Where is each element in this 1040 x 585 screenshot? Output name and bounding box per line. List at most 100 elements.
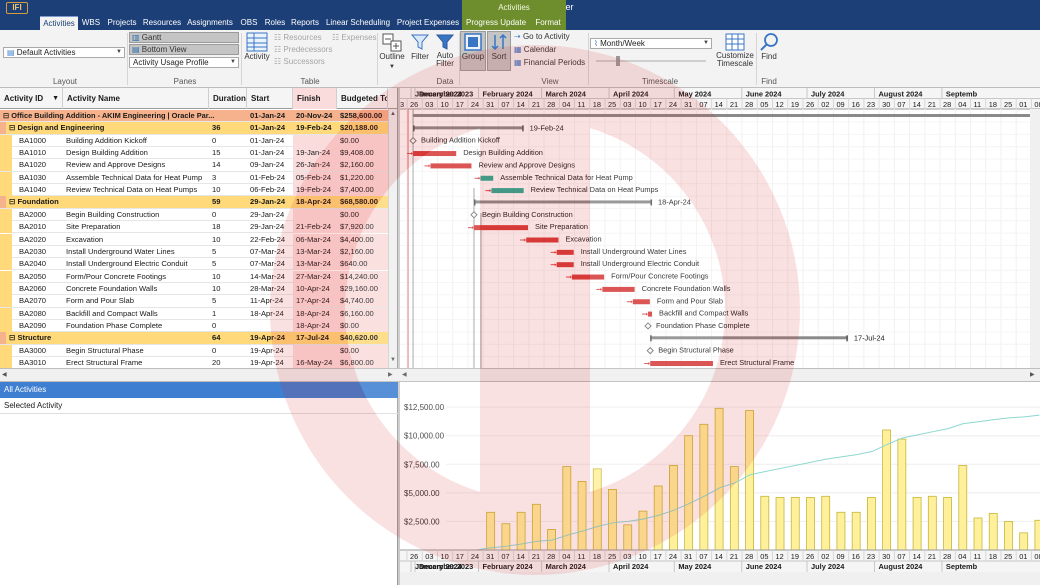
col-header-finish[interactable]: Finish	[293, 88, 337, 109]
table-row[interactable]: BA1010 Design Building Addition 15 01-Jan-2…	[0, 147, 397, 160]
gantt-canvas[interactable]: December 2023January 2024 February 2024 Ma…	[400, 88, 1040, 368]
table-row[interactable]: BA1020 Review and Approve Designs 14 09-Jan…	[0, 159, 397, 172]
all-activities-option[interactable]: All Activities	[0, 382, 398, 398]
duration-cell: 59	[212, 197, 221, 207]
finish-cell: 17-Apr-24	[293, 295, 337, 308]
tab-project-expenses[interactable]: Project Expenses	[396, 16, 460, 30]
outline-button[interactable]: Outline ▼	[378, 32, 406, 76]
start-cell: 01-Jan-24	[250, 148, 285, 158]
week-label: 21	[730, 100, 738, 109]
col-header-start[interactable]: Start	[247, 88, 293, 109]
customize-grid-icon	[725, 33, 745, 51]
finish-cell: 19-Feb-24	[296, 123, 332, 133]
selected-activity-option[interactable]: Selected Activity	[0, 398, 398, 414]
timescale-combo[interactable]: ⌇ Month/Week ▼	[590, 38, 712, 49]
scroll-right-icon[interactable]: ▶	[388, 371, 393, 378]
usage-chart-canvas: $2,500.00 $5,000.00 $7,500.00 $10,000.00 $12…	[400, 403, 1040, 585]
scroll-left-icon[interactable]: ◀	[2, 371, 7, 378]
sort-button[interactable]: Sort	[487, 31, 511, 71]
table-row[interactable]: BA2030 Install Underground Water Lines 5 07…	[0, 245, 397, 259]
group-button[interactable]: Group	[460, 31, 486, 71]
table-row[interactable]: BA2080 Backfill and Compact Walls 1 18-Apr-…	[0, 307, 397, 320]
tab-activities[interactable]: Activities	[40, 16, 78, 30]
tab-assignments[interactable]: Assignments	[186, 16, 234, 30]
customize-timescale-button[interactable]: Customize Timescale	[714, 32, 756, 76]
gantt-scroll-right-icon[interactable]: ▶	[1030, 371, 1035, 378]
successors-icon: ☷	[274, 57, 282, 66]
usage-week-label: 18	[989, 552, 997, 561]
tab-projects[interactable]: Projects	[105, 16, 139, 30]
scroll-down-icon[interactable]: ▼	[390, 357, 397, 365]
start-cell: 01-Jan-24	[250, 135, 285, 145]
resources-table-button[interactable]: ☷ Resources	[274, 33, 332, 42]
tab-roles[interactable]: Roles	[263, 16, 287, 30]
gantt-chart[interactable]: December 2023 January 2024 February 2024 Ma…	[400, 88, 1040, 368]
auto-filter-button[interactable]: Auto Filter	[433, 32, 457, 76]
usage-week-label: 04	[958, 552, 966, 561]
table-row[interactable]: BA3000 Begin Structural Phase 0 19-Apr-24 $0…	[0, 344, 397, 357]
table-row[interactable]: BA2070 Form and Pour Slab 5 11-Apr-24 17-Apr…	[0, 295, 397, 308]
table-row[interactable]: BA3010 Erect Structural Frame 20 19-Apr-24 1…	[0, 357, 397, 368]
week-label: 18	[593, 100, 601, 109]
table-row[interactable]: BA2090 Foundation Phase Complete 0 18-Apr-2…	[0, 319, 397, 333]
table-row[interactable]: BA1030 Assemble Technical Data for Heat P…	[0, 171, 397, 185]
zoom-slider-thumb[interactable]	[616, 56, 620, 66]
tab-linear-scheduling[interactable]: Linear Scheduling	[325, 16, 391, 30]
tab-reports[interactable]: Reports	[289, 16, 321, 30]
week-label: 01	[1019, 100, 1027, 109]
usage-bar	[806, 497, 815, 551]
go-to-activity-button[interactable]: ⇢ Go to Activity	[514, 32, 584, 41]
tab-wbs[interactable]: WBS	[79, 16, 103, 30]
table-vertical-scrollbar[interactable]: ▲ ▼	[388, 109, 397, 368]
bottom-profile-combo[interactable]: Activity Usage Profile ▼	[129, 57, 239, 68]
col-header-duration[interactable]: Duration	[209, 88, 247, 109]
pane-splitter[interactable]: ◀ ▶ ◀ ▶	[0, 368, 1040, 382]
gantt-pane-toggle[interactable]: ▥ Gantt	[129, 32, 239, 43]
filter-button[interactable]: Filter	[408, 32, 432, 72]
tab-format[interactable]: Format	[532, 16, 564, 30]
activity-bar	[650, 361, 713, 366]
scroll-up-icon[interactable]: ▲	[390, 111, 397, 119]
financial-periods-button[interactable]: ▦ Financial Periods	[514, 58, 588, 67]
tab-resources[interactable]: Resources	[142, 16, 182, 30]
month-label: May 2024	[678, 90, 712, 99]
col-header-budgeted-total[interactable]: Budgeted Tota	[337, 88, 388, 109]
table-row[interactable]: BA2020 Excavation 10 22-Feb-24 06-Mar-24 $4,4…	[0, 233, 397, 246]
summary-bar-end-cap	[650, 199, 653, 206]
activity-name-cell: Assemble Technical Data for Heat Pump	[66, 172, 203, 182]
activity-bar-label: Form/Pour Concrete Footings	[611, 272, 709, 281]
table-row[interactable]: BA1040 Review Technical Data on Heat Pump…	[0, 184, 397, 197]
group-label-table: Table	[300, 77, 320, 86]
project-row[interactable]: ⊟ Office Building Addition - AKIM Engine…	[0, 110, 397, 123]
expenses-table-button[interactable]: ☷ Expenses	[332, 33, 377, 42]
col-header-activity-id[interactable]: Activity ID ▼	[0, 88, 63, 109]
tab-obs[interactable]: OBS	[238, 16, 260, 30]
timescale-zoom-slider[interactable]	[596, 60, 706, 62]
table-row[interactable]: BA2060 Concrete Foundation Walls 10 28-Mar-…	[0, 282, 397, 296]
table-row[interactable]: BA2050 Form/Pour Concrete Footings 10 14-Ma…	[0, 270, 397, 283]
table-row[interactable]: BA2040 Install Underground Electric Condu…	[0, 258, 397, 271]
gantt-scroll-left-icon[interactable]: ◀	[402, 371, 407, 378]
timescale-icon: ⌇	[594, 39, 598, 48]
successors-table-button[interactable]: ☷ Successors	[274, 57, 332, 66]
col-header-activity-name[interactable]: Activity Name	[63, 88, 209, 109]
table-row[interactable]: BA1000 Building Addition Kickoff 0 01-Jan-2…	[0, 134, 397, 147]
usage-week-label: 14	[913, 552, 921, 561]
wbs-group-row[interactable]: ⊟ Structure 64 19-Apr-24 17-Jul-24 $40,620.0…	[0, 332, 397, 345]
summary-bar-end-cap	[522, 125, 524, 132]
wbs-group-row[interactable]: ⊟ Foundation 59 29-Jan-24 18-Apr-24 $68,580.…	[0, 196, 397, 209]
layout-combo[interactable]: ▤ Default Activities ▼	[3, 47, 125, 58]
usage-week-label: 10	[638, 552, 646, 561]
table-row[interactable]: BA2000 Begin Building Construction 0 29-Jan…	[0, 208, 397, 222]
calendar-button[interactable]: ▦ Calendar	[514, 45, 574, 54]
find-button[interactable]: Find	[757, 32, 781, 72]
usage-bar	[623, 524, 633, 551]
activity-bar-label: Concrete Foundation Walls	[642, 284, 731, 293]
column-filter-icon[interactable]: ▼	[52, 88, 59, 109]
tab-progress-update[interactable]: Progress Update	[464, 16, 528, 30]
table-row[interactable]: BA2010 Site Preparation 18 29-Jan-24 21-Feb-…	[0, 221, 397, 234]
predecessors-table-button[interactable]: ☷ Predecessors	[274, 45, 334, 54]
activity-table-button[interactable]: Activity	[243, 32, 271, 72]
bottom-view-toggle[interactable]: ▤ Bottom View	[129, 44, 239, 55]
wbs-group-row[interactable]: ⊟ Design and Engineering 36 01-Jan-24 19-Fe…	[0, 122, 397, 135]
